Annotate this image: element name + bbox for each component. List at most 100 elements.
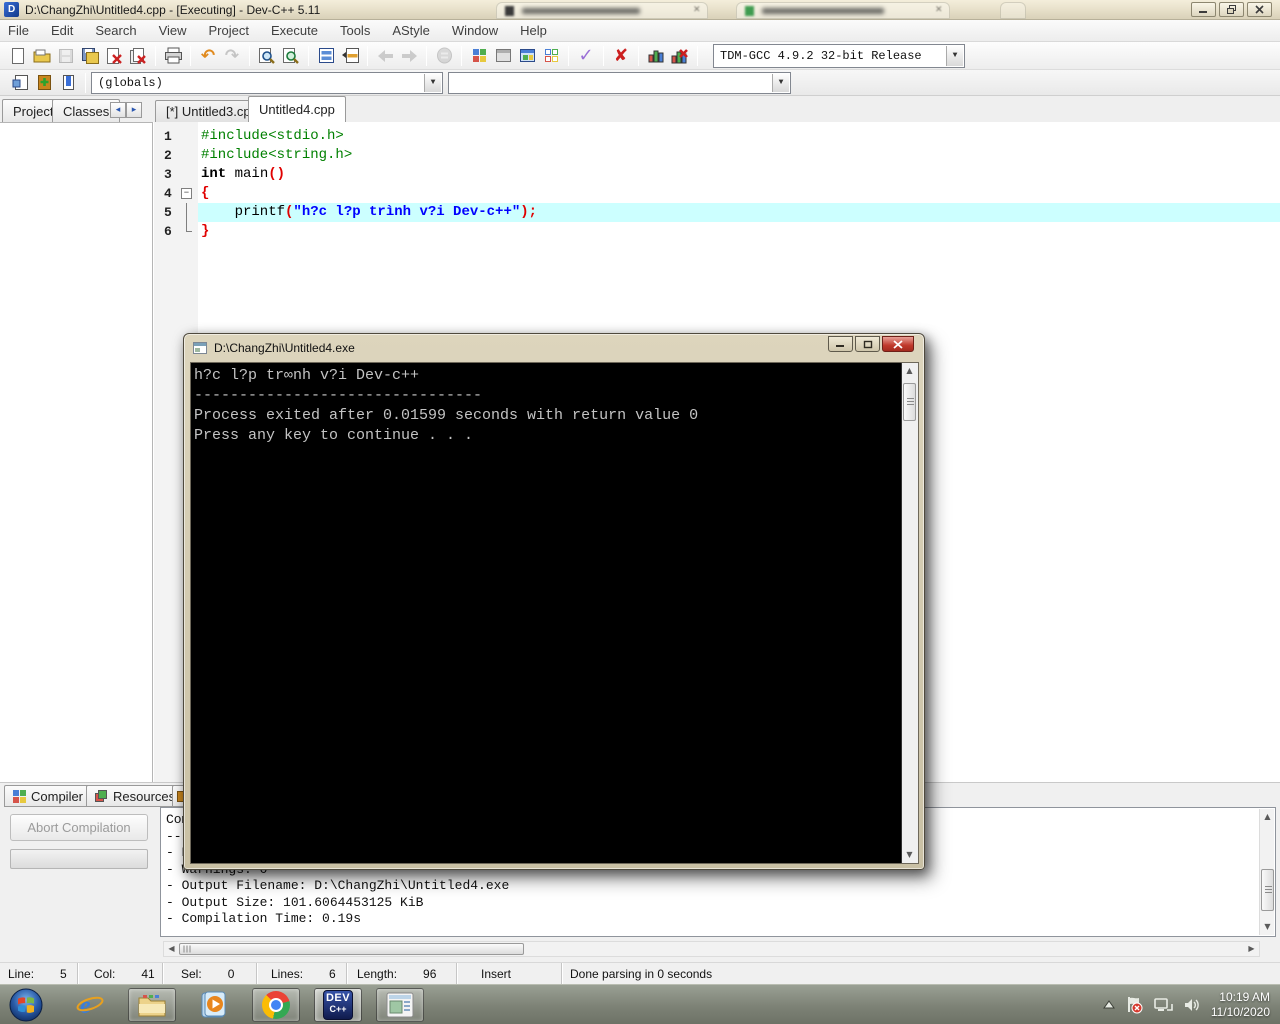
- tab-scroll-right-button[interactable]: ▸: [126, 102, 142, 118]
- scroll-down-icon[interactable]: ▼: [903, 848, 916, 862]
- start-button[interactable]: [2, 988, 50, 1022]
- console-output[interactable]: h?c l?p tr∞nh v?i Dev-c++---------------…: [190, 362, 919, 864]
- console-close-button[interactable]: [882, 336, 914, 352]
- redo-button[interactable]: ↷: [220, 44, 244, 68]
- dock-tab-resources[interactable]: Resources: [86, 785, 184, 807]
- taskbar-internet-explorer[interactable]: e: [66, 988, 114, 1022]
- system-tray: 10:19 AM 11/10/2020: [1103, 985, 1276, 1024]
- compile-and-run-button[interactable]: [515, 44, 539, 68]
- menu-help[interactable]: Help: [520, 23, 547, 38]
- fold-column: [178, 127, 196, 146]
- menu-project[interactable]: Project: [209, 23, 249, 38]
- print-button[interactable]: [161, 44, 185, 68]
- minimize-button[interactable]: [1191, 2, 1216, 17]
- hidden-icons-arrow-icon[interactable]: [1103, 1000, 1115, 1010]
- chevron-down-icon: ▼: [424, 74, 441, 92]
- save-button[interactable]: [54, 44, 78, 68]
- log-horizontal-scrollbar[interactable]: ◀ ▶: [163, 941, 1260, 957]
- project-browser-panel[interactable]: [0, 122, 153, 782]
- taskbar-devcpp[interactable]: DEVC++: [314, 988, 362, 1022]
- code-line-3[interactable]: int main(): [198, 165, 1280, 184]
- restore-button[interactable]: [1219, 2, 1244, 17]
- profile-button[interactable]: [644, 44, 668, 68]
- volume-icon[interactable]: [1183, 997, 1201, 1013]
- syntax-check-button[interactable]: ✓: [574, 44, 598, 68]
- code-line-1[interactable]: #include<stdio.h>: [198, 127, 1280, 146]
- log-hscrollbar-thumb[interactable]: [179, 943, 524, 955]
- toggle-bookmark-button[interactable]: [32, 71, 56, 95]
- close-button[interactable]: [1247, 2, 1272, 17]
- scroll-up-icon[interactable]: ▲: [1261, 810, 1274, 824]
- console-window[interactable]: D:\ChangZhi\Untitled4.exe h?c l?p tr∞nh …: [183, 333, 925, 870]
- insert-button[interactable]: [8, 71, 32, 95]
- taskbar-chrome[interactable]: [252, 988, 300, 1022]
- replace-button[interactable]: [279, 44, 303, 68]
- dock-tab-compiler[interactable]: Compiler: [4, 785, 92, 807]
- forward-button[interactable]: [397, 44, 421, 68]
- console-scrollbar-thumb[interactable]: [903, 383, 916, 421]
- log-vertical-scrollbar[interactable]: ▲ ▼: [1259, 809, 1274, 935]
- code-line-6[interactable]: }: [198, 222, 1280, 241]
- compile-button[interactable]: [467, 44, 491, 68]
- code-line-2[interactable]: #include<string.h>: [198, 146, 1280, 165]
- scrollbar-grip: [183, 946, 191, 953]
- console-window-controls: [828, 336, 914, 352]
- delete-profiling-button[interactable]: [668, 44, 692, 68]
- menu-edit[interactable]: Edit: [51, 23, 73, 38]
- new-file-button[interactable]: [6, 44, 30, 68]
- open-file-button[interactable]: [30, 44, 54, 68]
- compiler-config-select[interactable]: TDM-GCC 4.9.2 32-bit Release ▼: [713, 44, 965, 68]
- compiler-config-value: TDM-GCC 4.9.2 32-bit Release: [720, 49, 922, 63]
- scroll-left-icon[interactable]: ◀: [165, 942, 178, 956]
- menu-window[interactable]: Window: [452, 23, 498, 38]
- console-titlebar[interactable]: D:\ChangZhi\Untitled4.exe: [184, 334, 924, 362]
- taskbar-console-app[interactable]: [376, 988, 424, 1022]
- log-scrollbar-thumb[interactable]: [1261, 869, 1274, 911]
- fold-column: [178, 165, 196, 184]
- console-line: Press any key to continue . . .: [194, 426, 898, 446]
- back-button[interactable]: [373, 44, 397, 68]
- menu-execute[interactable]: Execute: [271, 23, 318, 38]
- code-line-5[interactable]: printf("h?c l?p trình v?i Dev-c++");: [198, 203, 1280, 222]
- toolbar-separator: [461, 46, 462, 66]
- fold-column[interactable]: −: [178, 184, 196, 203]
- network-icon[interactable]: [1153, 997, 1173, 1013]
- console-restore-button[interactable]: [855, 336, 880, 352]
- action-center-flag-icon[interactable]: [1125, 996, 1143, 1014]
- debug-watch-button[interactable]: [432, 44, 456, 68]
- console-minimize-button[interactable]: [828, 336, 853, 352]
- main-toolbar: ↶ ↷ ✓ ✘ TDM-GCC 4.9.2 32-bit Release ▼: [0, 42, 1280, 70]
- members-select[interactable]: ▼: [448, 72, 791, 94]
- goto-function-button[interactable]: [338, 44, 362, 68]
- line-number: 1: [154, 127, 178, 146]
- code-token: {: [201, 185, 209, 201]
- console-scrollbar[interactable]: ▲ ▼: [901, 363, 918, 863]
- goto-bookmark-button[interactable]: [56, 71, 80, 95]
- menu-view[interactable]: View: [159, 23, 187, 38]
- taskbar-windows-explorer[interactable]: [128, 988, 176, 1022]
- run-button[interactable]: [491, 44, 515, 68]
- close-file-button[interactable]: [102, 44, 126, 68]
- abort-compilation-button[interactable]: ✘: [609, 44, 633, 68]
- rebuild-all-button[interactable]: [539, 44, 563, 68]
- close-all-button[interactable]: [126, 44, 150, 68]
- scroll-right-icon[interactable]: ▶: [1245, 942, 1258, 956]
- undo-button[interactable]: ↶: [196, 44, 220, 68]
- taskbar-media-player[interactable]: [190, 988, 238, 1022]
- goto-line-button[interactable]: [314, 44, 338, 68]
- menu-astyle[interactable]: AStyle: [392, 23, 430, 38]
- menu-file[interactable]: File: [8, 23, 29, 38]
- file-tab-untitled4[interactable]: Untitled4.cpp: [248, 96, 346, 122]
- scroll-down-icon[interactable]: ▼: [1261, 920, 1274, 934]
- abort-compilation-dock-button[interactable]: Abort Compilation: [10, 814, 148, 841]
- scroll-up-icon[interactable]: ▲: [903, 364, 916, 378]
- globals-select[interactable]: (globals) ▼: [91, 72, 443, 94]
- tab-scroll-left-button[interactable]: ◂: [110, 102, 126, 118]
- fold-collapse-icon[interactable]: −: [181, 188, 192, 199]
- menu-search[interactable]: Search: [95, 23, 136, 38]
- find-button[interactable]: [255, 44, 279, 68]
- taskbar-clock[interactable]: 10:19 AM 11/10/2020: [1211, 990, 1276, 1020]
- menu-tools[interactable]: Tools: [340, 23, 370, 38]
- code-line-4[interactable]: {: [198, 184, 1280, 203]
- save-all-button[interactable]: [78, 44, 102, 68]
